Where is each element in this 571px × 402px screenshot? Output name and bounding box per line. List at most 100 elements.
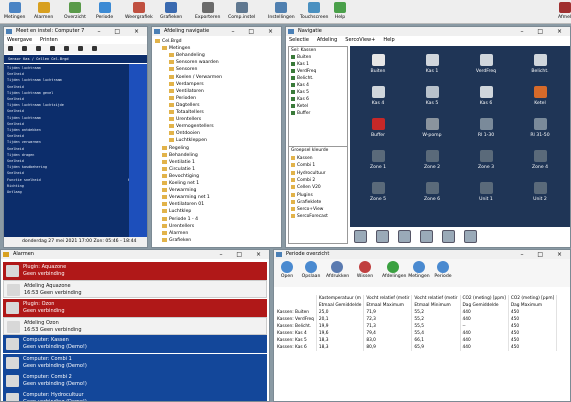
tree-node[interactable]: Urentellers — [169, 117, 201, 122]
dept-tile[interactable]: Rl 31-50 — [518, 118, 562, 139]
dept-tile[interactable]: Ketel — [518, 86, 562, 107]
table-row[interactable]: Kassen: Kas 5 18,3 83,0 66,1 440 450 — [275, 337, 558, 344]
window-controls[interactable]: – □ × — [97, 27, 145, 36]
table-row[interactable]: Kassen: VerdFreq 20,1 72,3 55,2 440 450 — [275, 316, 558, 323]
tree-node[interactable]: Dagtellers — [169, 102, 200, 108]
dept-tile[interactable]: Kas 4 — [356, 86, 400, 107]
selection-item[interactable]: Kas 1 — [291, 62, 309, 67]
toolbar-button-4[interactable]: Weergrafiek — [125, 1, 153, 23]
menu-item[interactable]: SercoView+ — [345, 37, 375, 43]
tree-node[interactable]: Alarmen — [162, 230, 188, 236]
alarm-row[interactable]: Afdeling Aquazone 16:53 Geen verbinding — [3, 280, 267, 299]
selection-item[interactable]: Ketel — [291, 104, 308, 109]
periode-button[interactable]: Open — [276, 261, 298, 279]
dept-tile[interactable]: Kas 6 — [464, 86, 508, 107]
tree-node[interactable]: Koeling net 1 — [162, 181, 199, 186]
menu-item[interactable]: Afdeling — [317, 37, 337, 43]
periode-button[interactable]: Wissen — [354, 261, 376, 279]
tree-node[interactable]: Urentellers — [162, 223, 194, 229]
tree-node[interactable]: Ventilatoren — [169, 88, 204, 94]
group-item[interactable]: Combi 2 — [291, 177, 315, 183]
tree-node[interactable]: Ventilatie 1 — [162, 159, 195, 165]
tree-node[interactable]: Koelen / Verwarmen — [169, 74, 222, 80]
alarm-row[interactable]: Computer: Combi 1 Geen verbinding (Demo!) — [3, 353, 267, 372]
dept-tile[interactable]: Kas 5 — [410, 86, 454, 107]
toolbar-button-7[interactable]: Comp.instel — [228, 1, 255, 23]
group-item[interactable]: Hydrocultuur — [291, 170, 326, 176]
tree-node[interactable]: Ontdooien — [169, 131, 200, 136]
alarm-row[interactable]: Computer: Combi 2 Geen verbinding (Demo!) — [3, 371, 267, 390]
tree-node[interactable]: Bevochtiging — [162, 173, 199, 179]
tree-node[interactable]: Verwarming net 1 — [162, 195, 210, 200]
tree-node[interactable]: Verwarming — [162, 188, 196, 193]
alarm-row[interactable]: Computer: HydrocultuurGeen verbinding (D… — [3, 390, 267, 401]
toolbar-button-2[interactable]: Overzicht — [64, 1, 86, 23]
periode-button[interactable]: Metingen — [408, 261, 430, 279]
tree-node[interactable]: Perioden — [169, 95, 196, 101]
selection-item[interactable]: Kas 4 — [291, 83, 309, 88]
dept-tile[interactable]: W-pomp — [410, 118, 454, 139]
next-icon[interactable] — [64, 46, 69, 51]
dept-tile[interactable]: VerdFreq — [464, 54, 508, 75]
window-controls[interactable]: – □ × — [520, 250, 568, 259]
periode-button[interactable]: Afdrukken — [326, 261, 349, 279]
tree-node[interactable]: Ventilatoren 01 — [162, 202, 204, 207]
tree-node[interactable]: Periode 1 - 4 — [162, 216, 198, 222]
tree-node[interactable]: Circulatie 1 — [162, 166, 195, 172]
dept-tile[interactable]: Zone 2 — [410, 150, 454, 171]
toolbar-button-6[interactable]: Exporteren — [195, 1, 220, 23]
periode-button[interactable]: Opslaan — [300, 261, 322, 279]
tree-node[interactable]: Regeling — [162, 145, 189, 151]
dept-tile[interactable]: Rl 1-30 — [464, 118, 508, 139]
selection-item[interactable]: Kas 6 — [291, 97, 309, 102]
selection-item[interactable]: Buffer — [291, 111, 310, 116]
toolbar-button-10[interactable]: Help — [334, 1, 346, 23]
menu-item[interactable]: Selectie — [289, 37, 309, 43]
tree-node[interactable]: Verdampers — [169, 81, 204, 87]
selection-item[interactable]: Kas 5 — [291, 90, 309, 95]
window-controls[interactable]: – □ × — [219, 250, 267, 259]
dept-tile[interactable]: Unit 2 — [518, 182, 562, 203]
alarm-row[interactable]: Computer: Kassen Geen verbinding (Demo!) — [3, 335, 267, 354]
tree-node[interactable]: Behandeling — [162, 152, 198, 158]
table-row[interactable]: Kassen: Kas 6 18,3 80,9 65,9 440 450 — [275, 344, 558, 351]
table-row[interactable]: Kassen: Buiten 25,0 71,9 55,2 440 450 — [275, 309, 558, 316]
tree-node[interactable]: Vermogentellers — [169, 124, 214, 129]
toolbar-button-5[interactable]: Grafieken — [160, 1, 182, 23]
selection-item[interactable]: VerdFreq — [291, 69, 316, 74]
down-icon[interactable] — [50, 46, 55, 51]
menu-item[interactable]: Help — [383, 37, 394, 43]
group-item[interactable]: Cellen V20 — [291, 185, 321, 190]
dept-tile[interactable]: Zone 3 — [464, 150, 508, 171]
tree-node[interactable]: Grafieken — [162, 237, 191, 243]
group-item[interactable]: SercoForecast — [291, 214, 328, 219]
table-row[interactable]: Kassen: Belicht. 19,9 71,3 55,5 -- 450 — [275, 323, 558, 330]
periode-button[interactable]: Afdelingen — [382, 261, 406, 279]
selection-item[interactable]: Buiten — [291, 55, 311, 60]
group-item[interactable]: Kassen — [291, 156, 313, 161]
group-item[interactable]: Plugins — [291, 192, 313, 198]
table-icon[interactable] — [376, 230, 389, 243]
toolbar-button-0[interactable]: Metingen — [4, 1, 25, 23]
monitor-icon[interactable] — [398, 230, 411, 243]
dept-tile[interactable]: Belicht. — [518, 54, 562, 75]
prev-icon[interactable] — [22, 46, 27, 51]
toolbar-button-11[interactable]: Afmel — [558, 1, 571, 23]
toolbar-button-8[interactable]: Instellingen — [268, 1, 295, 23]
toolbar-button-1[interactable]: Alarmen — [34, 1, 53, 23]
tree-node[interactable]: Luchtkleppen — [169, 138, 207, 143]
group-item[interactable]: Combi 1 — [291, 163, 315, 168]
periode-button[interactable]: Periode — [432, 261, 454, 279]
tree-node[interactable]: Metingen — [162, 46, 190, 51]
dept-tile[interactable]: Zone 1 — [356, 150, 400, 171]
alarm-row[interactable]: Plugin: Aquazone Geen verbinding — [3, 262, 267, 280]
alarm-row[interactable]: Afdeling Ozon 16:53 Geen verbinding — [3, 316, 267, 335]
table-row[interactable]: Kassen: Kas 4 19,6 79,4 55,4 440 450 — [275, 330, 558, 337]
first-icon[interactable] — [8, 46, 13, 51]
toolbar-button-3[interactable]: Periode — [96, 1, 113, 23]
group-item[interactable]: Serco+View — [291, 207, 323, 212]
window-controls[interactable]: – □ × — [520, 27, 568, 36]
last-icon[interactable] — [78, 46, 83, 51]
chart-icon[interactable] — [354, 230, 367, 243]
dept-tile[interactable]: Unit 1 — [464, 182, 508, 203]
